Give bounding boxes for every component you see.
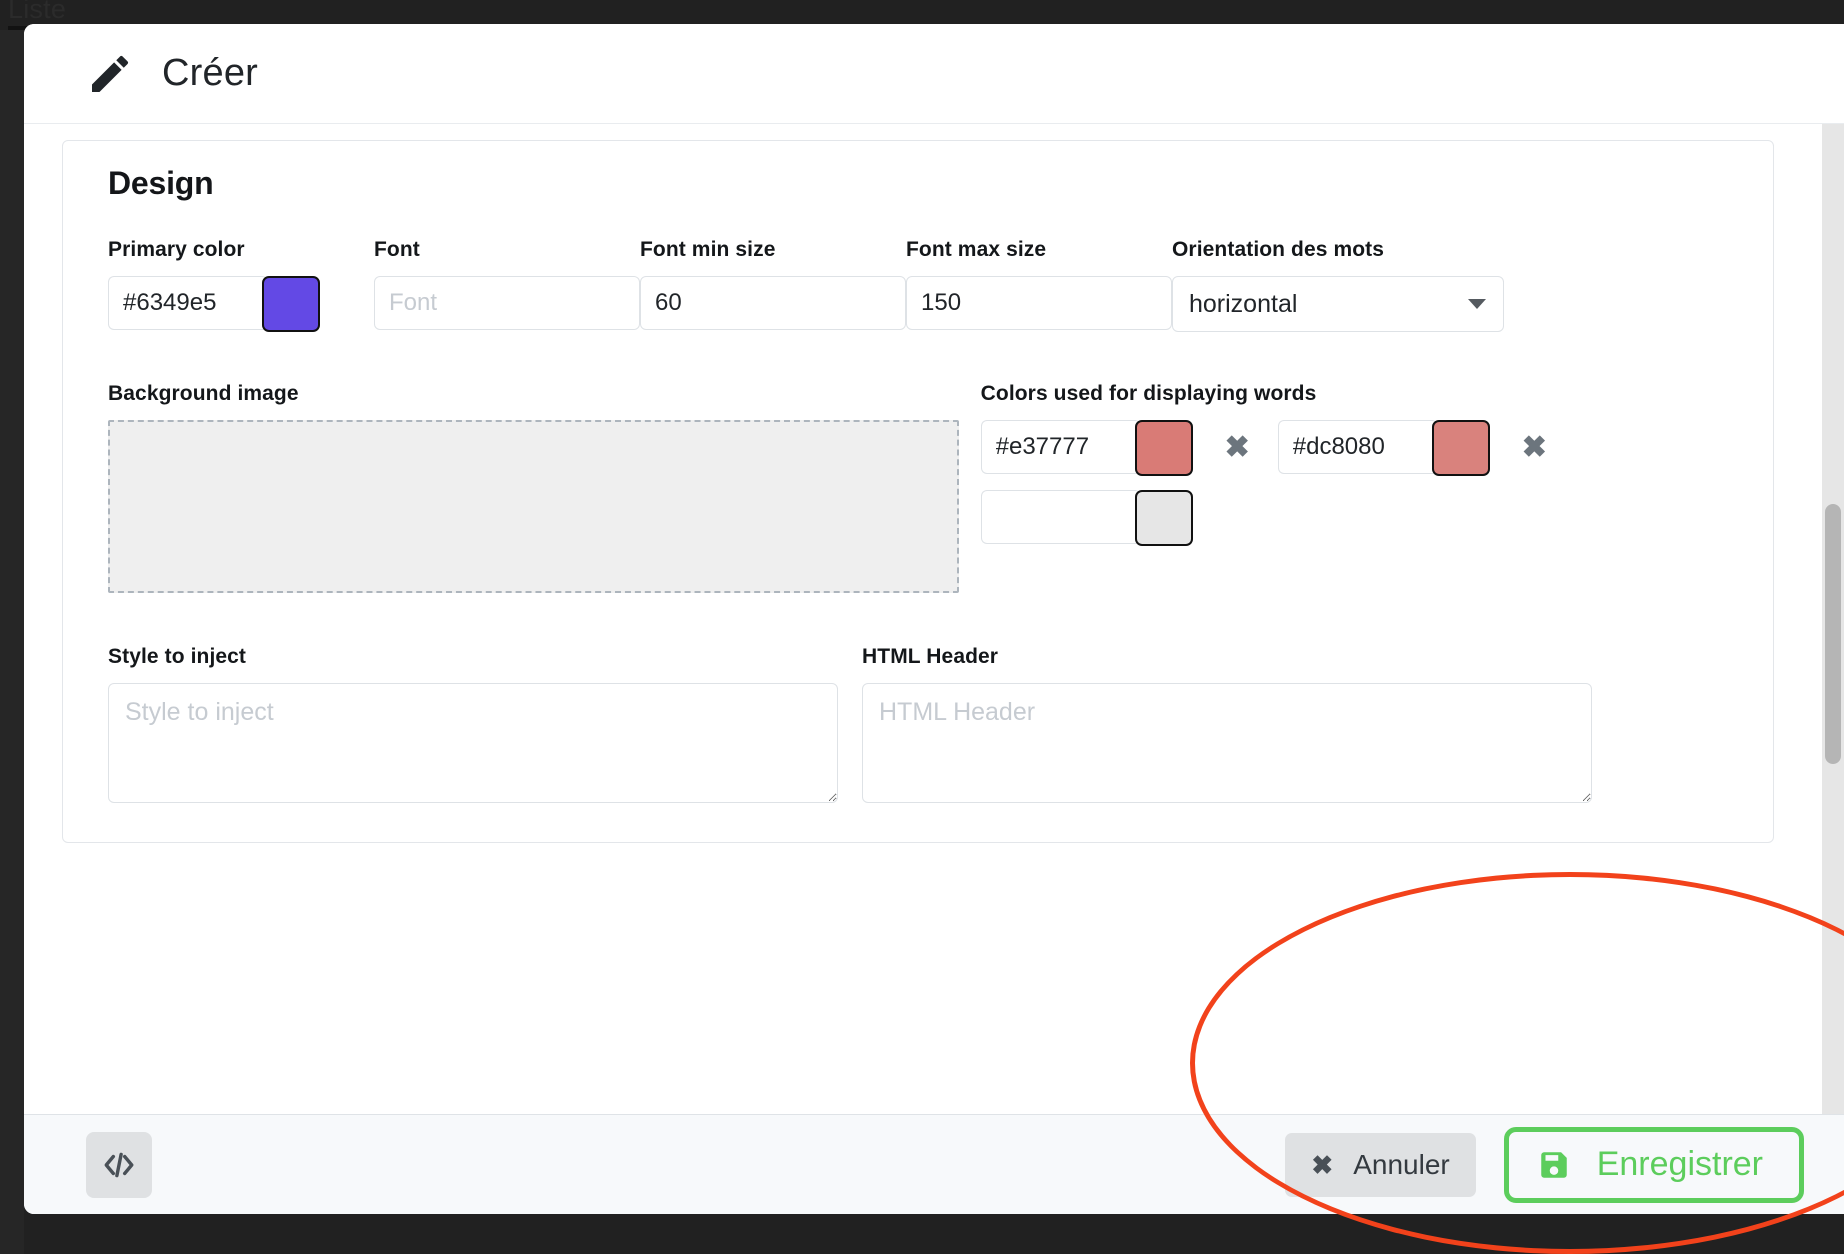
- style-to-inject-textarea[interactable]: [108, 683, 838, 803]
- background-image-dropzone[interactable]: [108, 420, 959, 593]
- field-style-to-inject: Style to inject: [108, 645, 838, 808]
- modal-scrollbar[interactable]: [1822, 124, 1844, 1114]
- create-modal: Créer Design Primary color #6349e5 Font …: [24, 24, 1844, 1214]
- orientation-select-value[interactable]: horizontal: [1172, 276, 1504, 332]
- chevron-down-icon: [1468, 299, 1486, 309]
- field-font-max-size: Font max size: [906, 238, 1172, 330]
- field-font-min-size: Font min size: [640, 238, 906, 330]
- font-max-size-input[interactable]: [906, 276, 1172, 330]
- word-color-row: ✖ ✖: [980, 420, 1728, 476]
- close-icon: ✖: [1311, 1149, 1334, 1180]
- code-view-button[interactable]: [86, 1131, 152, 1198]
- font-max-size-label: Font max size: [906, 238, 1047, 261]
- design-code-row: Style to inject HTML Header: [87, 645, 1749, 808]
- word-color-row-new: [980, 490, 1728, 546]
- background-page-tab-label: Liste: [8, 0, 67, 24]
- modal-body: Design Primary color Font: [24, 124, 1844, 1114]
- font-min-size-input[interactable]: [640, 276, 906, 330]
- orientation-select[interactable]: horizontal: [1172, 276, 1504, 332]
- field-background-image: Background image: [108, 382, 959, 593]
- modal-footer: ✖ Annuler Enregistrer: [24, 1114, 1844, 1214]
- background-left-strip: [0, 30, 24, 1254]
- modal-scroll-content: Design Primary color Font: [24, 124, 1822, 1114]
- design-panel: Design Primary color Font: [62, 140, 1774, 843]
- word-color-input-3[interactable]: [980, 490, 1141, 544]
- word-color-swatch-2[interactable]: [1431, 420, 1490, 476]
- primary-color-input[interactable]: [108, 276, 268, 330]
- remove-word-color-2-icon[interactable]: ✖: [1522, 433, 1547, 463]
- font-label: Font: [374, 238, 420, 261]
- html-header-textarea[interactable]: [862, 683, 1592, 803]
- font-input[interactable]: [374, 276, 640, 330]
- primary-color-combo[interactable]: [108, 276, 320, 332]
- word-color-input-2[interactable]: [1277, 420, 1438, 474]
- word-color-swatch-3[interactable]: [1134, 490, 1193, 546]
- background-image-label: Background image: [108, 382, 299, 405]
- code-icon: [104, 1152, 134, 1177]
- word-colors-label: Colors used for displaying words: [980, 382, 1317, 405]
- word-color-combo-3[interactable]: [980, 490, 1193, 546]
- design-section-title: Design: [108, 165, 214, 201]
- field-font: Font: [374, 238, 640, 330]
- modal-header: Créer: [24, 24, 1844, 124]
- style-to-inject-label: Style to inject: [108, 645, 247, 668]
- modal-title: Créer: [162, 52, 259, 94]
- screen-root: Liste Créer Design Primary color #6349e5…: [0, 0, 1844, 1254]
- save-button-label: Enregistrer: [1596, 1145, 1763, 1183]
- primary-color-label: Primary color: [108, 238, 245, 261]
- design-fields-row: Primary color Font Font min size: [87, 238, 1749, 332]
- design-media-row: Background image Colors used for display…: [87, 382, 1749, 593]
- word-color-combo-1[interactable]: [980, 420, 1193, 476]
- word-color-swatch-1[interactable]: [1134, 420, 1193, 476]
- field-word-colors: Colors used for displaying words ✖: [980, 382, 1728, 593]
- word-color-combo-2[interactable]: [1277, 420, 1490, 476]
- save-icon: [1540, 1151, 1567, 1178]
- save-button[interactable]: Enregistrer: [1503, 1126, 1804, 1203]
- html-header-label: HTML Header: [862, 645, 999, 668]
- pencil-icon: [92, 55, 129, 92]
- cancel-button[interactable]: ✖ Annuler: [1285, 1132, 1476, 1197]
- field-primary-color: Primary color: [108, 238, 374, 332]
- font-min-size-label: Font min size: [640, 238, 776, 261]
- footer-actions: ✖ Annuler Enregistrer: [1285, 1126, 1804, 1203]
- orientation-label: Orientation des mots: [1172, 238, 1385, 261]
- primary-color-swatch[interactable]: [262, 276, 320, 332]
- word-color-input-1[interactable]: [980, 420, 1141, 474]
- cancel-button-label: Annuler: [1353, 1148, 1450, 1180]
- field-orientation: Orientation des mots horizontal: [1172, 238, 1508, 332]
- field-html-header: HTML Header: [862, 645, 1592, 808]
- modal-scrollbar-thumb[interactable]: [1825, 504, 1841, 764]
- remove-word-color-1-icon[interactable]: ✖: [1225, 433, 1250, 463]
